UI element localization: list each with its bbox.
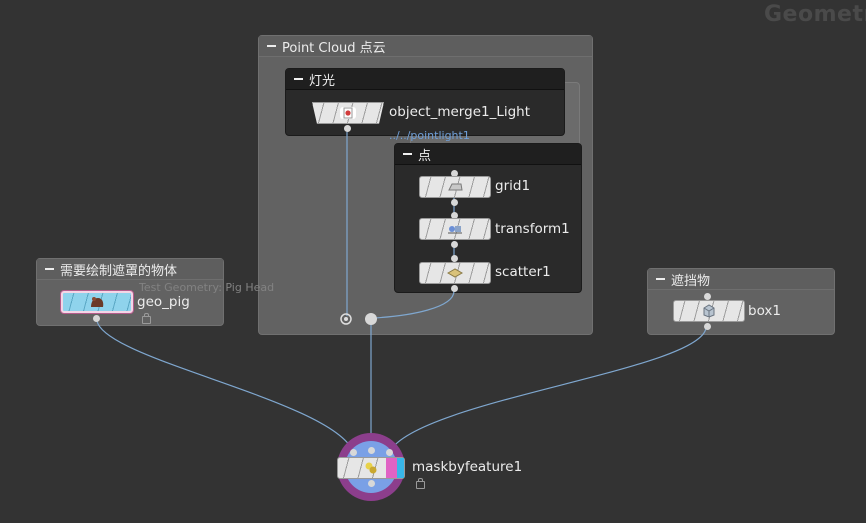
output-connector[interactable] — [344, 125, 351, 132]
merge-input-dot-icon — [344, 317, 348, 321]
node-object-merge[interactable] — [312, 102, 384, 124]
mask-by-feature-icon — [363, 462, 379, 474]
node-label-scatter: scatter1 — [495, 264, 551, 280]
node-label-geo-pig: geo_pig — [137, 294, 190, 310]
grid-icon — [447, 181, 463, 193]
node-label-grid: grid1 — [495, 178, 531, 194]
lock-icon[interactable] — [416, 478, 425, 489]
lock-icon[interactable] — [142, 313, 151, 324]
transform-icon — [447, 223, 463, 235]
input-connector[interactable] — [451, 255, 458, 262]
node-grid[interactable] — [419, 176, 491, 198]
node-label-box: box1 — [748, 303, 781, 319]
input-connector[interactable] — [386, 449, 393, 456]
wire-box-to-maskbyfeature — [389, 327, 707, 452]
output-connector[interactable] — [704, 323, 711, 330]
output-connector[interactable] — [451, 285, 458, 292]
box-icon — [701, 304, 717, 318]
output-connector[interactable] — [451, 241, 458, 248]
scatter-icon — [447, 267, 463, 279]
wire-scatter-to-merge-input — [372, 290, 455, 319]
input-connector[interactable] — [368, 447, 375, 454]
node-label-object-merge: object_merge1_Light — [389, 104, 531, 120]
output-connector[interactable] — [93, 315, 100, 322]
node-scatter[interactable] — [419, 262, 491, 284]
node-label-transform: transform1 — [495, 221, 570, 237]
pig-head-icon — [89, 296, 105, 308]
wire-geo-pig-to-maskbyfeature — [96, 320, 354, 452]
node-path-object-merge: ../../pointlight1 — [389, 129, 470, 142]
input-connector[interactable] — [704, 293, 711, 300]
node-label-maskbyfeature: maskbyfeature1 — [412, 459, 523, 475]
node-comment-geo-pig: Test Geometry: Pig Head — [139, 281, 275, 294]
merge-output-connector — [365, 313, 377, 325]
template-flag-icon[interactable] — [386, 458, 397, 478]
output-connector[interactable] — [451, 199, 458, 206]
input-connector[interactable] — [350, 449, 357, 456]
node-transform[interactable] — [419, 218, 491, 240]
node-geo-pig[interactable] — [61, 291, 133, 313]
node-box[interactable] — [673, 300, 745, 322]
output-connector[interactable] — [368, 480, 375, 487]
object-merge-icon — [340, 107, 356, 119]
display-flag-icon[interactable] — [397, 458, 404, 478]
